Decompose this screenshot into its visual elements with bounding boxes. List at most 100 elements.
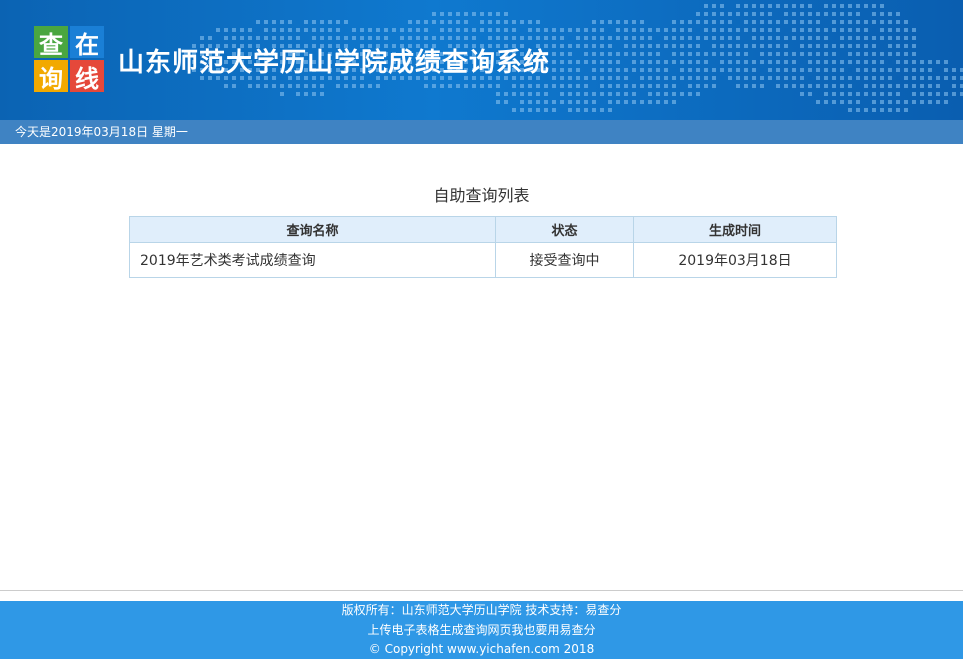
map-dot [792,76,796,80]
map-dot [632,28,636,32]
map-dot [296,84,300,88]
map-dot [600,44,604,48]
map-dot [856,52,860,56]
map-dot [672,60,676,64]
map-dot [600,60,604,64]
map-dot [600,52,604,56]
map-dot [304,20,308,24]
map-dot [544,84,548,88]
map-dot [504,100,508,104]
map-dot [808,68,812,72]
map-dot [640,20,644,24]
map-dot [272,84,276,88]
map-dot [248,84,252,88]
map-dot [408,20,412,24]
map-dot [536,108,540,112]
map-dot [696,20,700,24]
map-dot [464,36,468,40]
map-dot [888,20,892,24]
footer-promo-link[interactable]: 上传电子表格生成查询网页我也要用易查分 [0,621,963,641]
map-dot [560,68,564,72]
map-dot [784,84,788,88]
map-dot [552,76,556,80]
map-dot [904,52,908,56]
map-dot [576,108,580,112]
map-dot [288,84,292,88]
map-dot [696,84,700,88]
map-dot [272,28,276,32]
map-dot [768,20,772,24]
map-dot [768,36,772,40]
map-dot [792,60,796,64]
map-dot [552,44,556,48]
map-dot [280,84,284,88]
query-name-cell[interactable]: 2019年艺术类考试成绩查询 [129,242,496,278]
map-dot [584,36,588,40]
map-dot [784,44,788,48]
map-dot [224,84,228,88]
map-dot [928,76,932,80]
map-dot [712,76,716,80]
map-dot [680,76,684,80]
map-dot [560,28,564,32]
map-dot [728,28,732,32]
map-dot [624,92,628,96]
logo[interactable]: 查 在 询 线 [34,26,104,93]
column-header-status: 状态 [495,216,634,243]
map-dot [640,84,644,88]
map-dot [936,92,940,96]
map-dot [648,92,652,96]
map-dot [760,20,764,24]
map-dot [944,76,948,80]
map-dot [784,36,788,40]
map-dot [680,44,684,48]
map-dot [904,100,908,104]
map-dot [856,92,860,96]
map-dot [864,84,868,88]
map-dot [296,36,300,40]
map-dot [760,60,764,64]
map-dot [896,84,900,88]
map-dot [360,36,364,40]
map-dot [904,60,908,64]
map-dot [632,100,636,104]
map-dot [872,68,876,72]
map-dot [824,92,828,96]
map-dot [904,20,908,24]
map-dot [920,100,924,104]
map-dot [616,60,620,64]
map-dot [504,92,508,96]
map-dot [576,92,580,96]
map-dot [504,12,508,16]
map-dot [824,76,828,80]
map-dot [752,28,756,32]
map-dot [608,100,612,104]
map-dot [816,100,820,104]
map-dot [536,36,540,40]
map-dot [608,92,612,96]
map-dot [744,60,748,64]
map-dot [776,20,780,24]
map-dot [488,20,492,24]
map-dot [880,52,884,56]
map-dot [696,60,700,64]
map-dot [872,108,876,112]
map-dot [256,20,260,24]
map-dot [536,28,540,32]
map-dot [872,100,876,104]
map-dot [728,76,732,80]
map-dot [864,108,868,112]
query-name-link[interactable]: 2019年艺术类考试成绩查询 [140,253,316,269]
query-status-cell: 接受查询中 [495,242,634,278]
map-dot [656,76,660,80]
logo-char-2: 在 [70,26,104,59]
map-dot [840,4,844,8]
map-dot [800,76,804,80]
map-dot [856,60,860,64]
map-dot [728,52,732,56]
map-dot [896,68,900,72]
map-dot [864,76,868,80]
map-dot [856,28,860,32]
map-dot [848,108,852,112]
table-row[interactable]: 2019年艺术类考试成绩查询 接受查询中 2019年03月18日 [129,242,837,278]
